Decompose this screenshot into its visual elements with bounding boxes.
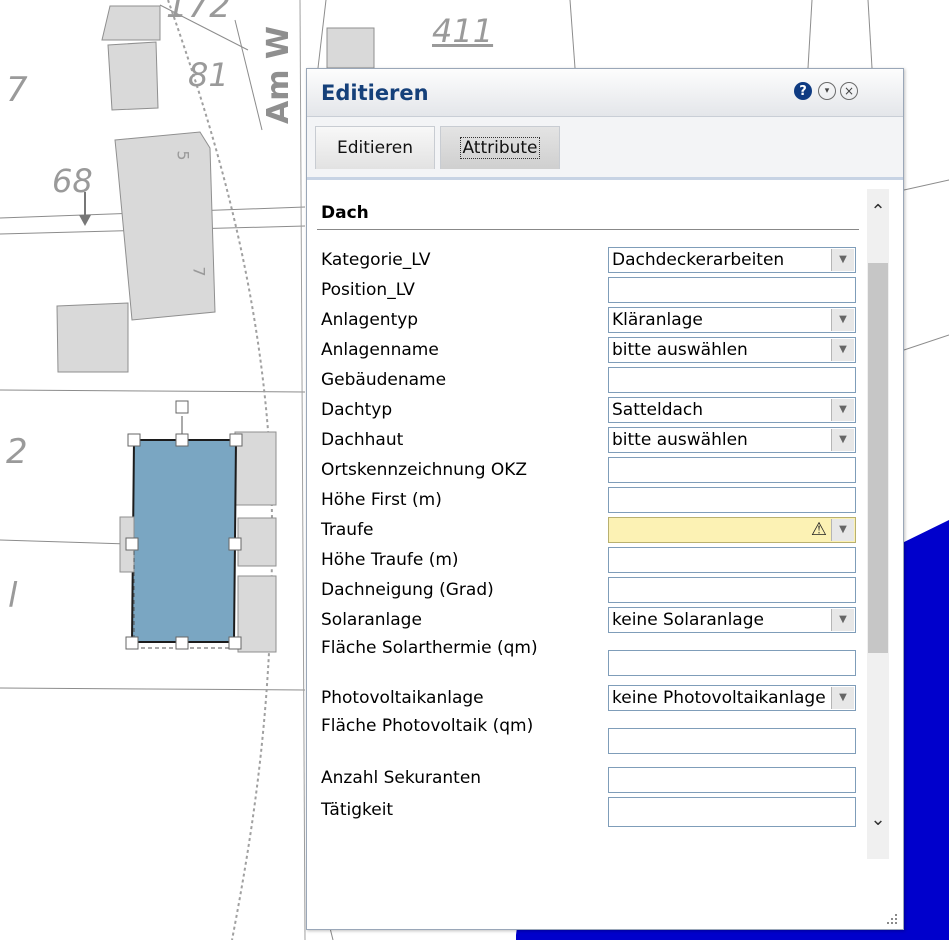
dropdown-arrow-icon[interactable]: ▼ — [831, 309, 854, 331]
dropdown-arrow-icon[interactable]: ▼ — [831, 399, 854, 421]
okz-input[interactable] — [608, 457, 856, 483]
tab-attribute[interactable]: Attribute — [440, 126, 560, 169]
house-number: 2 — [6, 432, 28, 472]
tab-bar: Editieren Attribute — [307, 117, 903, 180]
dachneigung-input[interactable] — [608, 577, 856, 603]
collapse-icon[interactable]: ▾ — [818, 82, 836, 100]
taetigkeit-input[interactable] — [608, 797, 856, 827]
field-label: Anzahl Sekuranten — [321, 768, 482, 788]
house-number: 68 — [52, 162, 93, 200]
resize-grip-icon[interactable] — [885, 911, 899, 925]
svg-text:Am W: Am W — [261, 26, 296, 124]
anlagentyp-select[interactable]: Kläranlage ▼ — [608, 307, 856, 333]
help-icon[interactable]: ? — [794, 82, 812, 100]
field-label: Photovoltaikanlage — [321, 688, 484, 708]
dropdown-arrow-icon[interactable]: ▼ — [831, 429, 854, 451]
close-icon[interactable]: × — [840, 82, 858, 100]
field-value: Satteldach — [612, 400, 704, 420]
house-number: 172 — [166, 0, 231, 26]
flaeche-solarthermie-input[interactable] — [608, 650, 856, 676]
selected-polygon — [130, 439, 238, 643]
chevron-up-icon[interactable]: ⌃ — [867, 191, 889, 231]
traufe-select[interactable]: ⚠ ▼ — [608, 517, 856, 543]
field-label: Anlagenname — [321, 340, 439, 360]
house-number: 81 — [188, 56, 229, 94]
field-label: Anlagentyp — [321, 310, 419, 330]
form-scrollbar[interactable]: ⌃ ⌄ — [867, 189, 889, 859]
field-label: Dachtyp — [321, 400, 393, 420]
field-value: keine Solaranlage — [612, 610, 764, 630]
dropdown-arrow-icon[interactable]: ▼ — [831, 519, 854, 541]
chevron-down-icon[interactable]: ⌄ — [867, 799, 889, 839]
field-label: Tätigkeit — [321, 800, 394, 820]
photovoltaikanlage-select[interactable]: keine Photovoltaikanlage ▼ — [608, 685, 856, 711]
warning-icon: ⚠ — [810, 519, 827, 540]
road-edge — [299, 0, 306, 941]
tab-editieren[interactable]: Editieren — [315, 126, 435, 169]
dropdown-arrow-icon[interactable]: ▼ — [831, 339, 854, 361]
dropdown-arrow-icon[interactable]: ▼ — [831, 249, 854, 271]
tab-label: Editieren — [337, 138, 413, 158]
house-number: 7 — [189, 266, 209, 277]
house-number: l — [8, 576, 18, 616]
field-label: Dachhaut — [321, 430, 404, 450]
tab-label: Attribute — [460, 137, 540, 159]
field-value: keine Photovoltaikanlage — [612, 688, 826, 708]
dialog-header[interactable]: Editieren ? ▾ × — [307, 69, 903, 117]
scrollbar-thumb[interactable] — [868, 263, 888, 653]
dachtyp-select[interactable]: Satteldach ▼ — [608, 397, 856, 423]
dialog-title: Editieren — [321, 81, 429, 105]
section-title: Dach — [321, 203, 369, 223]
anzahl-sekuranten-input[interactable] — [608, 767, 856, 793]
field-label: Fläche Photovoltaik (qm) — [321, 716, 534, 736]
anlagenname-select[interactable]: bitte auswählen ▼ — [608, 337, 856, 363]
kategorie-lv-select[interactable]: Dachdeckerarbeiten ▼ — [608, 247, 856, 273]
gebaeudename-input[interactable] — [608, 367, 856, 393]
edit-dialog: Editieren ? ▾ × Editieren Attribute Dach… — [306, 68, 904, 930]
dropdown-arrow-icon[interactable]: ▼ — [831, 609, 854, 631]
field-value: Dachdeckerarbeiten — [612, 250, 785, 270]
field-label: Fläche Solarthermie (qm) — [321, 638, 538, 658]
dropdown-arrow-icon[interactable]: ▼ — [831, 687, 854, 709]
attribute-form: Dach Kategorie_LV Dachdeckerarbeiten ▼ Po… — [307, 181, 867, 857]
solaranlage-select[interactable]: keine Solaranlage ▼ — [608, 607, 856, 633]
house-number: 5 — [173, 150, 193, 161]
section-divider — [317, 229, 859, 230]
hoehe-first-input[interactable] — [608, 487, 856, 513]
position-lv-input[interactable] — [608, 277, 856, 303]
field-label: Position_LV — [321, 280, 415, 300]
field-label: Kategorie_LV — [321, 250, 431, 270]
field-value: bitte auswählen — [612, 430, 748, 450]
hoehe-traufe-input[interactable] — [608, 547, 856, 573]
field-label: Traufe — [321, 520, 374, 540]
field-label: Höhe First (m) — [321, 490, 442, 510]
field-value: Kläranlage — [612, 310, 703, 330]
field-label: Ortskennzeichnung OKZ — [321, 460, 528, 480]
house-number: 7 — [6, 70, 28, 110]
dachhaut-select[interactable]: bitte auswählen ▼ — [608, 427, 856, 453]
field-value: bitte auswählen — [612, 340, 748, 360]
flaeche-photovoltaik-input[interactable] — [608, 728, 856, 754]
field-label: Höhe Traufe (m) — [321, 550, 459, 570]
street-label: Am W — [258, 6, 298, 126]
field-label: Solaranlage — [321, 610, 422, 630]
house-number: 411 — [432, 12, 494, 50]
field-label: Gebäudename — [321, 370, 447, 390]
field-label: Dachneigung (Grad) — [321, 580, 494, 600]
